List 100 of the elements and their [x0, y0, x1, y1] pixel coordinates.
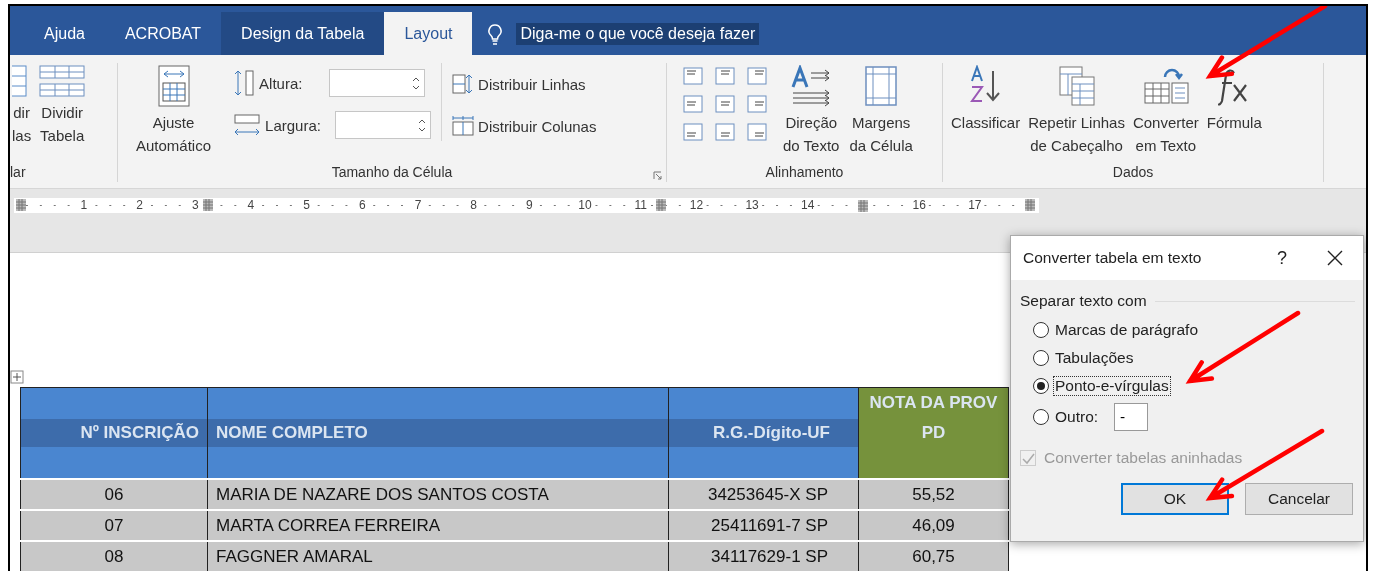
- table-cell: 25411691-7 SP: [668, 510, 859, 541]
- ruler-number: 7: [413, 198, 423, 212]
- column-marker-icon: [1025, 199, 1035, 211]
- align-button[interactable]: [715, 95, 737, 113]
- dialog-launcher[interactable]: [653, 171, 662, 180]
- align-button[interactable]: [683, 123, 705, 141]
- align-button[interactable]: [715, 67, 737, 85]
- table-cell: 34117629-1 SP: [668, 541, 859, 571]
- dialog-button[interactable]: Cancelar: [1245, 483, 1353, 515]
- close-icon: [1327, 250, 1343, 266]
- radio-button[interactable]: [1033, 378, 1049, 394]
- ribbon-button[interactable]: Classificar: [949, 63, 1023, 136]
- table-cell: 46,09: [858, 510, 1009, 541]
- table-cell: FAGGNER AMARAL: [207, 541, 669, 571]
- ruler-number: 3: [190, 198, 200, 212]
- spin-arrows-icon: [412, 75, 421, 91]
- cell-margins-icon: [864, 65, 899, 107]
- launcher-icon: [653, 171, 662, 180]
- radio-label[interactable]: Tabulações: [1053, 348, 1136, 368]
- align-button[interactable]: [747, 123, 769, 141]
- ribbon-button[interactable]: Direção do Texto: [781, 63, 842, 159]
- table-cell: 60,75: [858, 541, 1009, 571]
- align-icon: [715, 123, 735, 141]
- align-icon: [715, 95, 735, 113]
- ruler-number: 10: [577, 198, 593, 212]
- distribute-columns-icon: [452, 116, 475, 136]
- column-marker-icon: [656, 199, 666, 211]
- ribbon-button[interactable]: Fórmula: [1204, 63, 1264, 136]
- column-marker-icon: [203, 199, 213, 211]
- radio-button[interactable]: [1033, 322, 1049, 338]
- tell-me-field[interactable]: Diga-me o que você deseja fazer: [516, 22, 760, 45]
- ribbon-tab[interactable]: Layout: [384, 12, 473, 55]
- column-marker-icon: [16, 199, 26, 211]
- group-label: Alinhamento: [765, 164, 844, 180]
- spin-arrows-icon: [418, 117, 427, 133]
- ruler-number: 9: [525, 198, 534, 212]
- ribbon-button[interactable]: dir las: [10, 63, 34, 149]
- radio-label[interactable]: Outro:: [1053, 407, 1101, 427]
- ribbon-tab[interactable]: Ajuda: [24, 12, 105, 55]
- table-cell: 07: [20, 510, 208, 541]
- checkmark-icon: [1021, 451, 1035, 465]
- align-button[interactable]: [747, 67, 769, 85]
- checkbox-label: Converter tabelas aninhadas: [1044, 449, 1243, 467]
- dialog-button[interactable]: OK: [1121, 483, 1229, 515]
- table-cell: MARTA CORREA FERREIRA: [207, 510, 669, 541]
- autofit-icon: [156, 65, 191, 107]
- dialog-title: Converter tabela em texto: [1023, 249, 1203, 267]
- ruler-number: 2: [135, 198, 144, 212]
- align-icon: [683, 67, 703, 85]
- group-label: lar: [10, 164, 26, 180]
- ruler-number: 13: [744, 198, 760, 212]
- ribbon-button[interactable]: Converter em Texto: [1130, 63, 1201, 159]
- align-button[interactable]: [683, 95, 705, 113]
- ribbon-button[interactable]: Margens da Célula: [847, 63, 915, 159]
- align-icon: [747, 67, 767, 85]
- table-cell: 08: [20, 541, 208, 571]
- ruler-number: 11: [633, 198, 648, 212]
- group-label: Dados: [1112, 164, 1154, 180]
- ribbon-button[interactable]: Dividir Tabela: [37, 63, 88, 149]
- ruler-number: 1: [79, 198, 89, 212]
- field-label: Largura:: [265, 116, 322, 134]
- table-cell: 34253645-X SP: [668, 479, 859, 510]
- ruler-number: 12: [688, 198, 705, 212]
- spin-field[interactable]: [335, 111, 432, 139]
- align-button[interactable]: [747, 95, 769, 113]
- table-cell: MARIA DE NAZARE DOS SANTOS COSTA: [207, 479, 669, 510]
- ruler-number: 4: [246, 198, 256, 212]
- group-label: Tamanho da Célula: [331, 164, 453, 180]
- ruler-number: 5: [302, 198, 311, 212]
- ribbon-tab[interactable]: Design da Tabela: [221, 12, 385, 55]
- radio-button[interactable]: [1033, 350, 1049, 366]
- radio-label[interactable]: Ponto-e-vírgulas: [1053, 376, 1171, 396]
- help-button[interactable]: ?: [1269, 243, 1295, 273]
- align-button[interactable]: [683, 67, 705, 85]
- ruler-number: 6: [357, 198, 367, 212]
- lightbulb-icon: [486, 22, 505, 45]
- align-icon: [747, 123, 767, 141]
- table-cell: 55,52: [858, 479, 1009, 510]
- ruler-number: 8: [469, 198, 478, 212]
- align-icon: [747, 95, 767, 113]
- ribbon-button[interactable]: Distribuir Colunas: [450, 111, 599, 141]
- align-icon: [715, 67, 735, 85]
- column-header: Nº INSCRIÇÃO: [20, 387, 208, 479]
- distribute-rows-icon: [452, 74, 475, 94]
- column-header: R.G.-Dígito-UF: [668, 387, 859, 479]
- radio-button[interactable]: [1033, 409, 1049, 425]
- separator-field[interactable]: -: [1114, 403, 1149, 431]
- align-button[interactable]: [715, 123, 737, 141]
- column-header: NOTA DA PROV PD: [858, 387, 1009, 479]
- height-icon: [233, 69, 256, 97]
- ribbon-button[interactable]: Ajuste Automático: [134, 63, 214, 159]
- section-label: Separar texto com: [1020, 292, 1147, 310]
- ruler-number: 16: [911, 198, 927, 212]
- spin-field[interactable]: [329, 69, 426, 97]
- column-header: NOME COMPLETO: [207, 387, 669, 479]
- ribbon-button[interactable]: Repetir Linhas de Cabeçalho: [1026, 63, 1127, 159]
- ruler-number: 14: [800, 198, 816, 212]
- ribbon-tab[interactable]: ACROBAT: [104, 12, 222, 55]
- ribbon-button[interactable]: Distribuir Linhas: [450, 69, 599, 99]
- radio-label[interactable]: Marcas de parágrafo: [1053, 320, 1201, 340]
